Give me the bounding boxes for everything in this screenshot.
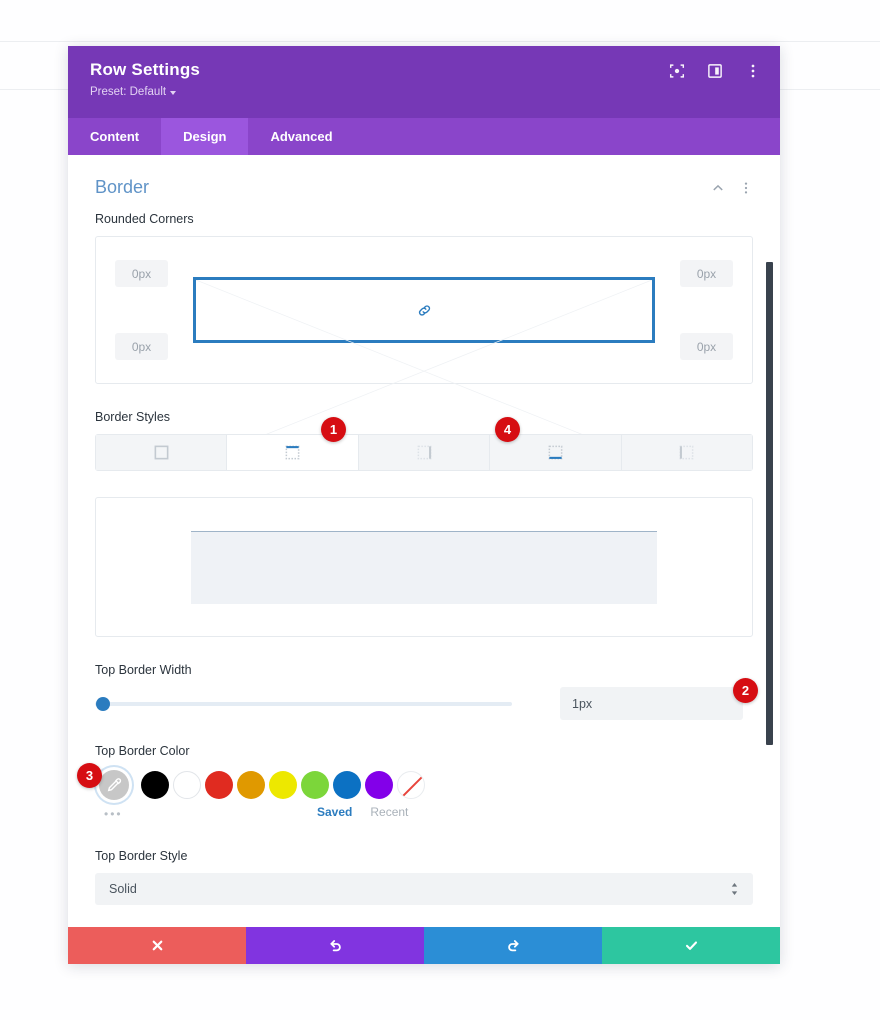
settings-content: Border Rounded Corners 0px 0px 0px 0px B… [68, 155, 780, 925]
annotation-badge-3: 3 [77, 763, 102, 788]
recent-colors-tab[interactable]: Recent [370, 805, 408, 819]
color-swatch-row [95, 770, 753, 800]
chevron-updown-icon [730, 882, 739, 896]
kebab-menu-icon[interactable] [744, 62, 762, 80]
swatch-purple[interactable] [365, 771, 393, 799]
chevron-down-icon [170, 91, 177, 95]
border-preview-box [191, 531, 657, 604]
border-styles-group [95, 434, 753, 471]
annotation-badge-1: 1 [321, 417, 346, 442]
eyedropper-swatch[interactable] [99, 770, 129, 800]
scrollbar-track[interactable] [766, 155, 773, 927]
header-icon-group [668, 62, 762, 80]
page-root: Row Settings Preset: Default Content Des… [0, 0, 880, 1020]
rounded-corners-label: Rounded Corners [95, 212, 194, 226]
row-settings-modal: Row Settings Preset: Default Content Des… [68, 46, 780, 964]
top-border-width-label: Top Border Width [95, 663, 192, 677]
focus-icon[interactable] [668, 62, 686, 80]
redo-button[interactable] [424, 927, 602, 964]
border-section-header: Border [95, 177, 753, 212]
undo-button[interactable] [246, 927, 424, 964]
tab-design[interactable]: Design [161, 118, 249, 155]
slider-thumb[interactable] [96, 696, 110, 711]
tab-content[interactable]: Content [68, 118, 162, 155]
swatch-yellow[interactable] [269, 771, 297, 799]
corner-input-top-left[interactable]: 0px [115, 260, 168, 287]
top-border-width-input[interactable]: 1px [560, 687, 743, 720]
annotation-badge-2: 2 [733, 678, 758, 703]
top-border-style-select[interactable]: Solid [95, 873, 753, 905]
top-border-width-slider[interactable] [95, 694, 512, 714]
preset-selector[interactable]: Preset: Default [90, 86, 758, 98]
top-border-style-label: Top Border Style [95, 849, 188, 863]
swatch-green[interactable] [301, 771, 329, 799]
border-style-all[interactable] [96, 435, 228, 470]
preset-label: Preset: Default [90, 86, 167, 98]
top-border-style-value: Solid [109, 882, 137, 896]
modal-header: Row Settings Preset: Default [68, 46, 780, 118]
corner-input-bottom-right[interactable]: 0px [680, 333, 733, 360]
chevron-up-icon[interactable] [711, 181, 725, 195]
tab-bar: Content Design Advanced [68, 118, 780, 155]
settings-scroll-area: Border Rounded Corners 0px 0px 0px 0px B… [68, 155, 780, 927]
swatch-transparent[interactable] [397, 771, 425, 799]
rounded-corners-control: 0px 0px 0px 0px [95, 236, 753, 384]
cancel-button[interactable] [68, 927, 246, 964]
border-style-left[interactable] [621, 435, 753, 470]
corner-input-top-right[interactable]: 0px [680, 260, 733, 287]
page-title: Row Settings [90, 60, 201, 79]
kebab-menu-icon[interactable] [739, 181, 753, 195]
page-divider-top [0, 41, 880, 42]
swatch-red[interactable] [205, 771, 233, 799]
swatch-blue[interactable] [333, 771, 361, 799]
border-preview-card [95, 497, 753, 637]
scrollbar-thumb[interactable] [766, 262, 773, 745]
top-border-color-label: Top Border Color [95, 744, 190, 758]
tab-advanced[interactable]: Advanced [248, 118, 355, 155]
save-button[interactable] [602, 927, 780, 964]
section-title: Border [95, 177, 150, 197]
link-icon[interactable] [413, 299, 435, 321]
border-style-right[interactable] [358, 435, 491, 470]
top-border-width-row: 1px [95, 687, 753, 720]
corner-preview-box [193, 277, 655, 343]
annotation-badge-4: 4 [495, 417, 520, 442]
swatch-black[interactable] [141, 771, 169, 799]
modal-footer [68, 927, 780, 964]
color-tabs: Saved Recent [317, 805, 753, 819]
swatch-orange[interactable] [237, 771, 265, 799]
slider-track [95, 701, 512, 706]
swatch-white[interactable] [173, 771, 201, 799]
top-border-width-value: 1px [572, 696, 593, 711]
section-tools [711, 181, 753, 195]
layout-panel-icon[interactable] [706, 62, 724, 80]
corner-input-bottom-left[interactable]: 0px [115, 333, 168, 360]
saved-colors-tab[interactable]: Saved [317, 805, 352, 819]
